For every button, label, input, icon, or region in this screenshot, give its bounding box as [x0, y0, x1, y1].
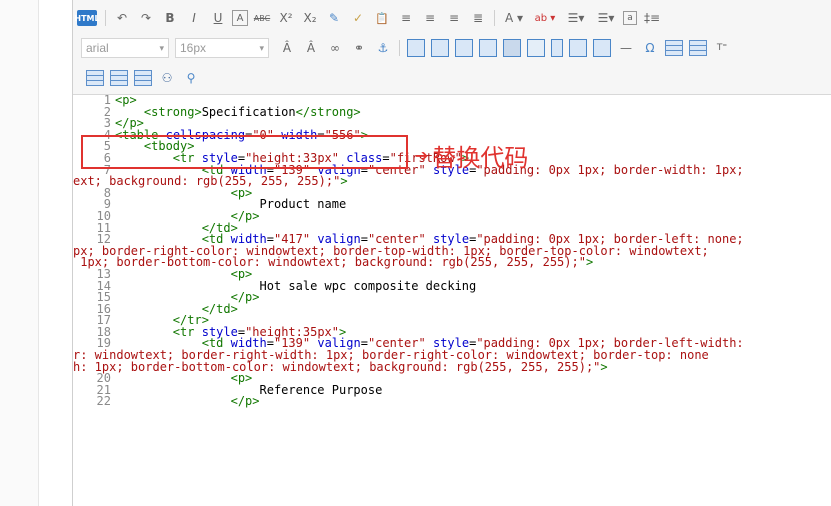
bold-icon[interactable]: B	[160, 8, 180, 28]
superscript-icon[interactable]: X²	[276, 8, 296, 28]
date-icon[interactable]	[665, 40, 683, 56]
annotation-note: ➔ 替换代码	[415, 138, 528, 173]
image-left-icon[interactable]	[407, 39, 425, 57]
editor-toolbar: HTML ↶ ↷ B I U A ABC X² X₂ ✎ ✓ 📋 ≡ ≡ ≡ ≣…	[73, 0, 831, 95]
code-text: </p>	[230, 394, 260, 409]
chevron-down-icon: ▾	[259, 42, 264, 53]
annotation-text: 替换代码	[432, 144, 529, 172]
indent-icon[interactable]: Â	[277, 38, 297, 58]
divider	[399, 40, 400, 56]
paste-icon[interactable]: 📋	[372, 8, 392, 28]
search-icon[interactable]: ⚲	[181, 68, 201, 88]
format-painter-icon[interactable]: ✓	[348, 8, 368, 28]
strikethrough-icon[interactable]: ABC	[252, 8, 272, 28]
font-family-value: arial	[86, 41, 109, 55]
undo-icon[interactable]: ↶	[112, 8, 132, 28]
highlight-icon[interactable]: ab ▾	[531, 8, 559, 28]
justify-icon[interactable]: ≣	[468, 8, 488, 28]
redo-icon[interactable]: ↷	[136, 8, 156, 28]
template-icon[interactable]	[689, 40, 707, 56]
code-line: 22 </p>	[73, 394, 831, 409]
font-family-select[interactable]: arial ▾	[81, 38, 169, 58]
line-height-icon[interactable]: ‡≡	[641, 8, 663, 28]
font-color-icon[interactable]: A ▾	[501, 8, 527, 28]
outdent-icon[interactable]: Â	[301, 38, 321, 58]
pinyin-icon[interactable]: T⁼	[712, 38, 732, 58]
code-text: <strong>Specification</strong>	[143, 104, 361, 119]
special-char-icon[interactable]: Ω	[640, 38, 660, 58]
music-icon[interactable]	[569, 39, 587, 57]
align-right-icon[interactable]: ≡	[444, 8, 464, 28]
align-left-icon[interactable]: ≡	[396, 8, 416, 28]
binoculars-icon[interactable]: ⚇	[157, 68, 177, 88]
insert-image-icon[interactable]	[503, 39, 521, 57]
toolbar-row-1: HTML ↶ ↷ B I U A ABC X² X₂ ✎ ✓ 📋 ≡ ≡ ≡ ≣…	[73, 6, 665, 30]
insert-table-icon[interactable]	[86, 70, 104, 86]
unordered-list-icon[interactable]: ☰▾	[593, 8, 619, 28]
ordered-list-icon[interactable]: ☰▾	[563, 8, 589, 28]
image-none-icon[interactable]	[479, 39, 497, 57]
align-center-icon[interactable]: ≡	[420, 8, 440, 28]
divider	[105, 10, 106, 26]
code-editor: HTML ↶ ↷ B I U A ABC X² X₂ ✎ ✓ 📋 ≡ ≡ ≡ ≣…	[72, 0, 831, 506]
multi-image-icon[interactable]	[527, 39, 545, 57]
horizontal-rule-icon[interactable]: —	[616, 38, 636, 58]
toolbar-row-3: ⚇ ⚲	[83, 66, 203, 90]
underline-icon[interactable]: U	[208, 8, 228, 28]
line-number: 22	[96, 394, 111, 409]
chevron-down-icon: ▾	[159, 42, 164, 53]
font-size-select[interactable]: 16px ▾	[175, 38, 269, 58]
image-right-icon[interactable]	[455, 39, 473, 57]
highlight-box	[81, 135, 408, 169]
insert-column-icon[interactable]	[134, 70, 152, 86]
arrow-right-icon: ➔	[415, 146, 429, 165]
italic-icon[interactable]: I	[184, 8, 204, 28]
unlink-icon[interactable]: ⚭	[349, 38, 369, 58]
insert-row-icon[interactable]	[110, 70, 128, 86]
html-source-button[interactable]: HTML	[74, 10, 100, 26]
border-icon[interactable]: A	[232, 10, 248, 26]
anchor-icon[interactable]: ⚓	[373, 38, 393, 58]
code-line: 2 <strong>Specification</strong>	[73, 104, 831, 119]
left-gutter	[0, 0, 39, 506]
eraser-icon[interactable]: ✎	[324, 8, 344, 28]
link-icon[interactable]: ∞	[325, 38, 345, 58]
insert-icon[interactable]: a	[623, 11, 637, 25]
image-center-icon[interactable]	[431, 39, 449, 57]
font-size-value: 16px	[180, 41, 207, 55]
map-icon[interactable]	[593, 39, 611, 57]
divider	[494, 10, 495, 26]
subscript-icon[interactable]: X₂	[300, 8, 320, 28]
video-icon[interactable]	[551, 39, 563, 57]
toolbar-row-2: arial ▾ 16px ▾ Â Â ∞ ⚭ ⚓ — Ω T⁼	[81, 36, 734, 60]
